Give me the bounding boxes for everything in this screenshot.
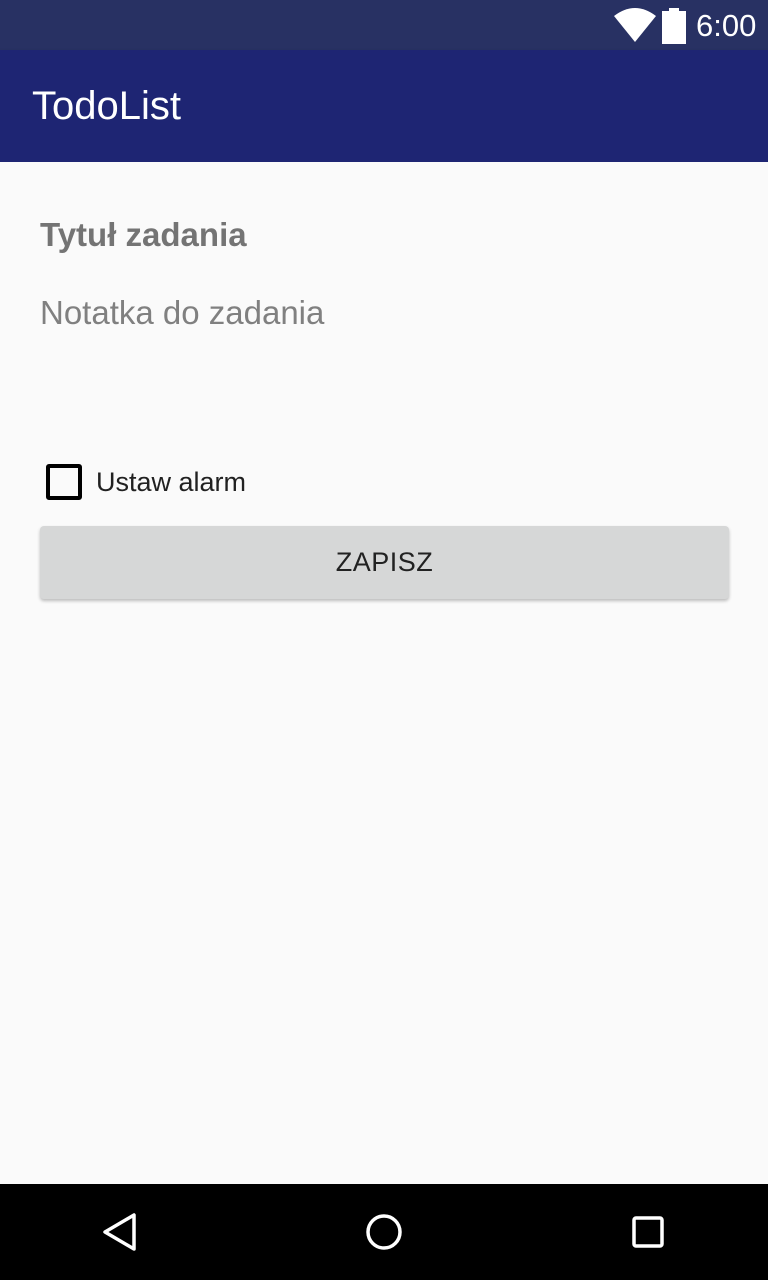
navigation-bar bbox=[0, 1184, 768, 1280]
battery-icon bbox=[662, 8, 686, 44]
task-note-input[interactable] bbox=[40, 294, 728, 414]
task-title-input[interactable] bbox=[40, 210, 728, 260]
back-icon[interactable] bbox=[100, 1212, 140, 1252]
home-icon[interactable] bbox=[364, 1212, 404, 1252]
alarm-checkbox[interactable] bbox=[46, 464, 82, 500]
status-bar: 6:00 bbox=[0, 0, 768, 50]
app-title: TodoList bbox=[32, 84, 181, 128]
alarm-label: Ustaw alarm bbox=[96, 466, 247, 497]
wifi-icon bbox=[614, 8, 656, 42]
app-bar: TodoList bbox=[0, 50, 768, 162]
alarm-checkbox-row[interactable]: Ustaw alarm bbox=[40, 458, 246, 506]
task-form: Ustaw alarm ZAPISZ bbox=[0, 162, 768, 1184]
clock: 6:00 bbox=[696, 8, 757, 43]
save-button[interactable]: ZAPISZ bbox=[40, 526, 729, 599]
recents-icon[interactable] bbox=[628, 1212, 668, 1252]
